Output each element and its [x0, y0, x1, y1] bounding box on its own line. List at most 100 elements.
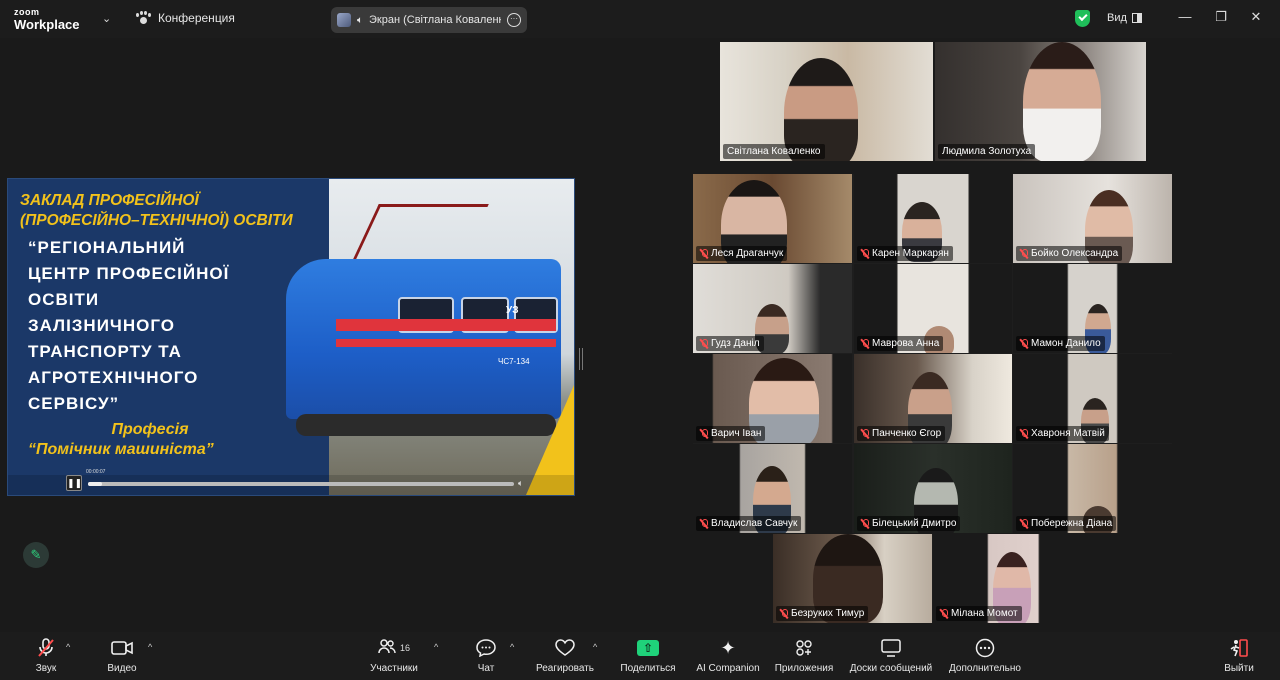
whiteboards-button[interactable]: Доски сообщений — [846, 636, 936, 674]
mic-muted-icon — [861, 518, 869, 529]
chevron-up-icon[interactable]: ^ — [148, 642, 152, 652]
train-number: ЧС7-134 — [498, 357, 530, 366]
audio-button[interactable]: Звук — [26, 636, 66, 674]
mic-muted-icon — [861, 248, 869, 259]
video-tile[interactable]: Хавроня Матвій — [1013, 354, 1172, 443]
mic-muted-icon — [700, 518, 708, 529]
volume-icon[interactable]: 🔈︎ — [518, 478, 523, 489]
chevron-down-icon[interactable]: ⌄ — [102, 12, 111, 25]
participant-name: Владислав Савчук — [711, 518, 798, 529]
apps-icon — [771, 636, 837, 660]
progress-bar[interactable] — [88, 482, 514, 486]
mic-muted-icon — [1020, 338, 1028, 349]
restore-icon[interactable]: ❐ — [1211, 9, 1231, 25]
mic-muted-icon — [700, 248, 708, 259]
share-screen-button[interactable]: ⇧ Поделиться — [618, 636, 678, 674]
chevron-up-icon[interactable]: ^ — [434, 642, 438, 652]
video-tile[interactable]: Безруких Тимур — [773, 534, 932, 623]
video-tile[interactable]: Бойко Олександра — [1013, 174, 1172, 263]
participant-name: Білецький Дмитро — [872, 518, 957, 529]
participant-name: Побережна Діана — [1031, 518, 1113, 529]
video-tile[interactable]: Владислав Савчук — [693, 444, 852, 533]
more-label: Дополнительно — [949, 663, 1021, 674]
leave-button[interactable]: Выйти — [1220, 636, 1258, 674]
slide-heading-line1: ЗАКЛАД ПРОФЕСІЙНОЇ — [20, 192, 199, 209]
participant-name: Бойко Олександра — [1031, 248, 1119, 259]
people-icon — [378, 638, 396, 659]
mic-muted-icon — [940, 608, 948, 619]
video-tile[interactable]: Білецький Дмитро — [854, 444, 1012, 533]
ai-companion-button[interactable]: ✦ AI Companion — [694, 636, 762, 675]
slide-title-line: ЗАЛІЗНИЧНОГО — [28, 316, 176, 335]
react-button[interactable]: Реагировать — [528, 636, 602, 674]
minimize-icon[interactable]: — — [1175, 9, 1195, 24]
participant-name: Хавроня Матвій — [1031, 428, 1105, 439]
panel-splitter-handle[interactable] — [579, 348, 583, 370]
title-bar: zoom Workplace ⌄ Конференция 🔈︎ Экран (С… — [0, 0, 1280, 38]
apps-label: Приложения — [774, 663, 834, 674]
slide-text-block: ЗАКЛАД ПРОФЕСІЙНОЇ (ПРОФЕСІЙНО–ТЕХНІЧНОЇ… — [20, 191, 320, 459]
video-tile[interactable]: Мілана Момот — [933, 534, 1092, 623]
participant-name: Мілана Момот — [951, 608, 1018, 619]
meeting-info-button[interactable]: Конференция — [136, 11, 235, 25]
pencil-icon[interactable]: ✎ — [23, 542, 49, 568]
slide-title-line: ОСВІТИ — [28, 290, 100, 309]
slide-heading-line2: (ПРОФЕСІЙНО–ТЕХНІЧНОЇ) ОСВІТИ — [20, 212, 293, 229]
view-layout-icon — [1131, 13, 1142, 23]
share-arrow-icon: ⇧ — [637, 640, 659, 656]
video-tile-speaker[interactable]: Світлана Коваленко — [720, 42, 933, 161]
video-tile[interactable]: Людмила Золотуха — [935, 42, 1146, 161]
slide-title-line: АГРОТЕХНІЧНОГО — [28, 368, 199, 387]
video-player-controls: ❚❚ 00:00:07 🔈︎ — [8, 469, 574, 495]
whiteboard-icon — [846, 636, 936, 660]
video-camera-icon — [102, 636, 142, 660]
video-tile[interactable]: Гудз Даніл — [693, 264, 852, 353]
speaker-icon: 🔈︎ — [357, 14, 363, 26]
mic-muted-icon — [861, 338, 869, 349]
apps-button[interactable]: Приложения — [771, 636, 837, 674]
chat-label: Чат — [477, 663, 495, 674]
pause-icon[interactable]: ❚❚ — [66, 475, 82, 491]
view-button[interactable]: Вид — [1107, 12, 1142, 24]
more-button[interactable]: Дополнительно — [946, 636, 1024, 674]
leave-icon — [1220, 636, 1258, 660]
chevron-up-icon[interactable]: ^ — [593, 642, 597, 652]
screen-share-indicator[interactable]: 🔈︎ Экран (Світлана Коваленко) ··· — [331, 7, 527, 33]
mic-muted-icon — [861, 428, 869, 439]
shared-screen[interactable]: УЗ ЧС7-134 ЗАКЛАД ПРОФЕСІЙНОЇ (ПРОФЕСІЙН… — [7, 178, 575, 496]
meeting-toolbar: Звук ^ Видео ^ 16 Участники ^ Чат ^ Реаг… — [0, 632, 1280, 680]
slide-title-line: ЦЕНТР ПРОФЕСІЙНОЇ — [28, 264, 230, 283]
video-tile[interactable]: Варич Іван — [693, 354, 852, 443]
slide-title-line: “РЕГІОНАЛЬНИЙ — [28, 238, 186, 257]
video-tile[interactable]: Панченко Єгор — [854, 354, 1012, 443]
slide-profession-name: “Помічник машиніста” — [28, 441, 214, 458]
sparkle-icon: ✦ — [720, 637, 736, 658]
chevron-up-icon[interactable]: ^ — [510, 642, 514, 652]
progress-fill — [88, 482, 103, 486]
brand-top: zoom — [14, 7, 40, 17]
participant-name: Леся Драганчук — [711, 248, 784, 259]
video-tile[interactable]: Мамон Данило — [1013, 264, 1172, 353]
participant-name: Карен Маркарян — [872, 248, 949, 259]
participants-button[interactable]: 16 Участники — [366, 636, 422, 674]
participant-name: Світлана Коваленко — [727, 146, 821, 157]
video-tile[interactable]: Маврова Анна — [854, 264, 1012, 353]
video-tile[interactable]: Леся Драганчук — [693, 174, 852, 263]
brand-bottom: Workplace — [14, 17, 80, 32]
video-label: Видео — [107, 663, 137, 674]
participant-name: Варич Іван — [711, 428, 762, 439]
player-time: 00:00:07 — [86, 469, 106, 475]
train-logo: УЗ — [506, 305, 519, 316]
more-icon[interactable]: ··· — [507, 13, 521, 27]
chevron-up-icon[interactable]: ^ — [66, 642, 70, 652]
video-tile[interactable]: Побережна Діана — [1013, 444, 1172, 533]
react-label: Реагировать — [535, 663, 595, 674]
close-icon[interactable]: ✕ — [1246, 9, 1266, 25]
slide-profession-label: Професія — [111, 421, 189, 438]
mic-muted-icon — [780, 608, 788, 619]
chat-button[interactable]: Чат — [468, 636, 504, 674]
video-button[interactable]: Видео — [102, 636, 142, 674]
participant-name: Людмила Золотуха — [942, 146, 1032, 157]
video-tile[interactable]: Карен Маркарян — [854, 174, 1012, 263]
shield-check-icon[interactable] — [1075, 10, 1090, 27]
